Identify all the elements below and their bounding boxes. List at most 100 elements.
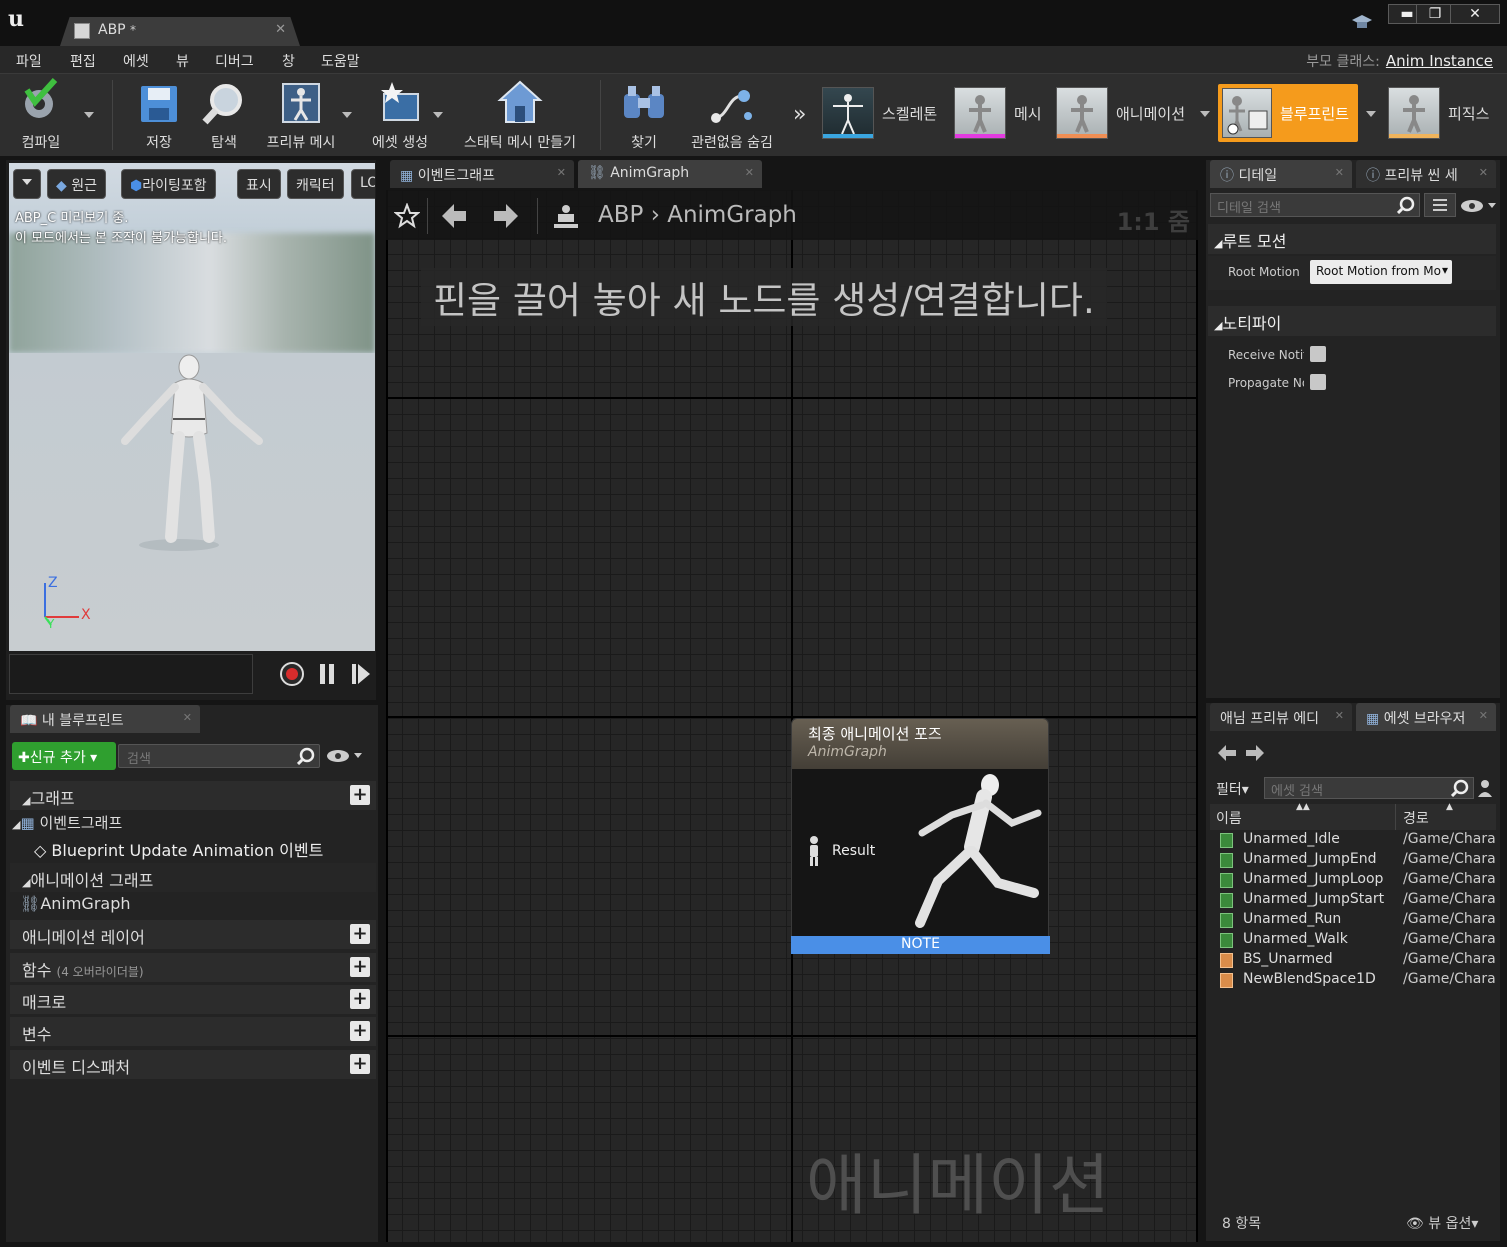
close-tab-icon[interactable]: ✕ bbox=[1335, 166, 1344, 179]
section-graphs[interactable]: ◢그래프 + bbox=[10, 781, 376, 810]
viewport-options-button[interactable] bbox=[13, 169, 41, 199]
add-new-button[interactable]: ✚신규 추가 ▾ bbox=[12, 742, 116, 770]
asset-row[interactable]: NewBlendSpace1D/Game/Chara bbox=[1220, 971, 1500, 991]
mode-physics-button[interactable]: 피직스 bbox=[1388, 84, 1489, 142]
add-graph-button[interactable]: + bbox=[350, 785, 370, 805]
graph-canvas[interactable]: 핀을 끌어 놓아 새 노드를 생성/연결합니다. 애니메이션 최종 애니메이션 … bbox=[386, 190, 1198, 1242]
add-anim-layer-button[interactable]: + bbox=[350, 924, 370, 944]
close-tab-icon[interactable]: ✕ bbox=[1335, 709, 1344, 722]
learn-hat-icon[interactable] bbox=[1350, 12, 1374, 34]
preview-mesh-caret[interactable] bbox=[342, 112, 352, 118]
anim-graph-item[interactable]: ⛓AnimGraph bbox=[20, 894, 131, 913]
tab-preview-scene[interactable]: ⓘ 프리뷰 씬 세 ✕ bbox=[1356, 160, 1496, 188]
filter-button[interactable]: 필터▾ bbox=[1216, 779, 1249, 799]
tab-anim-graph[interactable]: ⛓ AnimGraph ✕ bbox=[578, 160, 762, 188]
asset-row[interactable]: Unarmed_JumpLoop/Game/Chara bbox=[1220, 871, 1500, 891]
output-pose-node[interactable]: 최종 애니메이션 포즈 AnimGraph Result bbox=[791, 718, 1049, 954]
menu-asset[interactable]: 에셋 bbox=[123, 51, 149, 71]
animation-mode-caret[interactable] bbox=[1200, 111, 1210, 117]
column-name[interactable]: 이름 bbox=[1216, 808, 1242, 828]
mode-mesh-button[interactable]: 메시 bbox=[954, 84, 1042, 142]
person-icon[interactable] bbox=[1478, 779, 1492, 797]
asset-search-input[interactable]: 에셋 검색 bbox=[1264, 777, 1474, 799]
blueprint-mode-caret[interactable] bbox=[1366, 111, 1376, 117]
favorite-star-icon[interactable] bbox=[394, 203, 420, 229]
tab-event-graph[interactable]: ▦ 이벤트그래프 ✕ bbox=[390, 160, 574, 188]
add-variable-button[interactable]: + bbox=[350, 1021, 370, 1041]
create-asset-caret[interactable] bbox=[433, 112, 443, 118]
mode-animation-button[interactable]: 애니메이션 bbox=[1056, 84, 1185, 142]
section-anim-layers[interactable]: 애니메이션 레이어 + bbox=[10, 920, 376, 949]
close-tab-icon[interactable]: ✕ bbox=[1479, 709, 1488, 722]
tab-anim-preview-editor[interactable]: 애님 프리뷰 에디 ✕ bbox=[1210, 703, 1352, 731]
pose-pin-icon[interactable] bbox=[806, 835, 822, 867]
node-note-bar[interactable]: NOTE bbox=[791, 936, 1050, 954]
menu-debug[interactable]: 디버그 bbox=[215, 51, 254, 71]
compile-button[interactable]: 컴파일 bbox=[10, 78, 72, 152]
column-path[interactable]: 경로 bbox=[1403, 808, 1429, 828]
timeline-scrubber[interactable] bbox=[9, 654, 253, 694]
receive-notifies-checkbox[interactable] bbox=[1310, 346, 1326, 362]
menu-window[interactable]: 창 bbox=[282, 51, 295, 71]
tab-asset-browser[interactable]: ▦ 에셋 브라우저 ✕ bbox=[1356, 703, 1496, 731]
asset-row[interactable]: Unarmed_JumpEnd/Game/Chara bbox=[1220, 851, 1500, 871]
lod-button[interactable]: LO bbox=[351, 169, 375, 199]
maximize-button[interactable]: ❐ bbox=[1416, 4, 1454, 24]
preview-viewport[interactable]: ◆ 원근 ⬢라이팅포함 표시 캐릭터 LO ABP_C 미리보기 중. 이 모드… bbox=[9, 163, 375, 651]
add-function-button[interactable]: + bbox=[350, 957, 370, 977]
root-motion-mode-dropdown[interactable]: Root Motion from Mo ▾ bbox=[1310, 260, 1452, 284]
breadcrumb-root[interactable]: ABP bbox=[598, 202, 643, 228]
propagate-notifies-checkbox[interactable] bbox=[1310, 374, 1326, 390]
asset-row[interactable]: Unarmed_Idle/Game/Chara bbox=[1220, 831, 1500, 851]
step-forward-button[interactable] bbox=[352, 664, 370, 684]
mode-skeleton-button[interactable]: 스켈레톤 bbox=[822, 84, 937, 142]
pause-button[interactable] bbox=[320, 664, 334, 684]
section-variables[interactable]: 변수 + bbox=[10, 1017, 376, 1046]
record-button[interactable] bbox=[280, 662, 304, 686]
tab-my-blueprint[interactable]: 📖 내 블루프린트 ✕ bbox=[10, 705, 200, 733]
add-macro-button[interactable]: + bbox=[350, 989, 370, 1009]
lighting-button[interactable]: ⬢라이팅포함 bbox=[121, 169, 216, 199]
close-tab-icon[interactable]: ✕ bbox=[183, 711, 192, 724]
show-button[interactable]: 표시 bbox=[237, 169, 281, 199]
tab-details[interactable]: ⓘ 디테일 ✕ bbox=[1210, 160, 1352, 188]
menu-view[interactable]: 뷰 bbox=[176, 51, 189, 71]
event-graph-item[interactable]: ◢▦ 이벤트그래프 bbox=[12, 812, 122, 833]
section-functions[interactable]: 함수 (4 오버라이더블) + bbox=[10, 953, 376, 982]
save-button[interactable]: 저장 bbox=[132, 78, 186, 152]
perspective-button[interactable]: ◆ 원근 bbox=[47, 169, 106, 199]
back-arrow-icon[interactable] bbox=[442, 204, 466, 228]
preview-mesh-button[interactable]: 프리뷰 메시 bbox=[262, 78, 340, 152]
mode-blueprint-button[interactable]: 블루프린트 bbox=[1218, 84, 1358, 142]
document-tab-abp[interactable]: ABP * ✕ bbox=[60, 17, 300, 46]
asset-row[interactable]: Unarmed_Walk/Game/Chara bbox=[1220, 931, 1500, 951]
section-root-motion[interactable]: ◢루트 모션 bbox=[1208, 224, 1496, 254]
make-static-mesh-button[interactable]: 스태틱 메시 만들기 bbox=[458, 78, 582, 152]
asset-row[interactable]: Unarmed_Run/Game/Chara bbox=[1220, 911, 1500, 931]
details-search-input[interactable]: 디테일 검색 bbox=[1210, 193, 1420, 217]
add-event-dispatcher-button[interactable]: + bbox=[350, 1054, 370, 1074]
close-tab-icon[interactable]: ✕ bbox=[745, 166, 754, 179]
parent-class-link[interactable]: Anim Instance bbox=[1386, 52, 1493, 70]
hide-unrelated-button[interactable]: 관련없음 숨김 bbox=[684, 78, 780, 152]
section-macros[interactable]: 매크로 + bbox=[10, 985, 376, 1014]
menu-edit[interactable]: 편집 bbox=[70, 51, 96, 71]
section-event-dispatchers[interactable]: 이벤트 디스패처 + bbox=[10, 1050, 376, 1079]
close-window-button[interactable]: ✕ bbox=[1450, 4, 1500, 24]
history-back-icon[interactable] bbox=[1218, 745, 1236, 761]
character-button[interactable]: 캐릭터 bbox=[287, 169, 344, 199]
asset-row[interactable]: BS_Unarmed/Game/Chara bbox=[1220, 951, 1500, 971]
asset-row[interactable]: Unarmed_JumpStart/Game/Chara bbox=[1220, 891, 1500, 911]
visibility-eye-icon[interactable] bbox=[326, 747, 364, 765]
close-tab-icon[interactable]: ✕ bbox=[1479, 166, 1488, 179]
view-options-button[interactable]: 👁 뷰 옵션▾ bbox=[1406, 1213, 1478, 1233]
close-tab-icon[interactable]: ✕ bbox=[557, 166, 566, 179]
bp-update-event-item[interactable]: ◇ Blueprint Update Animation 이벤트 bbox=[34, 837, 323, 861]
create-asset-button[interactable]: 에셋 생성 bbox=[368, 78, 432, 152]
visibility-eye-icon[interactable] bbox=[1460, 197, 1498, 215]
property-matrix-icon[interactable] bbox=[1424, 193, 1456, 217]
history-forward-icon[interactable] bbox=[1246, 745, 1264, 761]
menu-help[interactable]: 도움말 bbox=[321, 51, 360, 71]
close-tab-icon[interactable]: ✕ bbox=[275, 22, 286, 37]
blueprint-search-input[interactable]: 검색 bbox=[118, 744, 320, 768]
